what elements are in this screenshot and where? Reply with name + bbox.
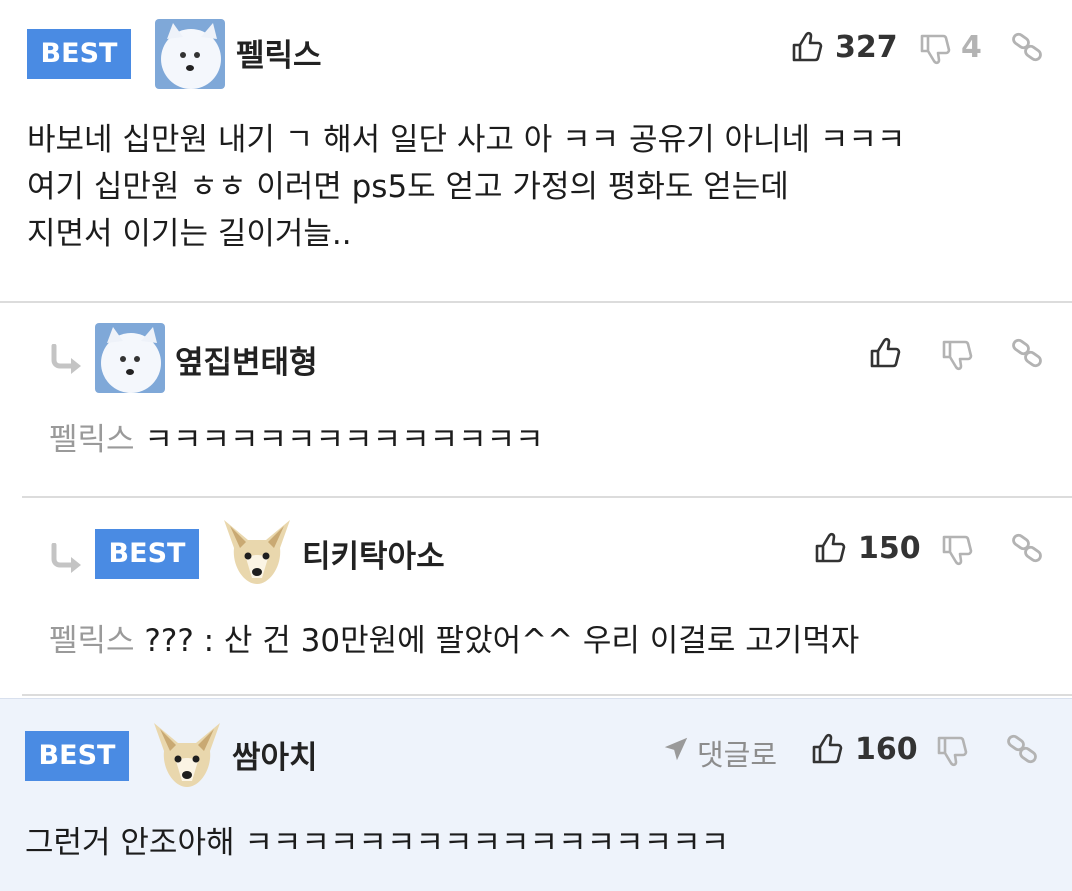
like-count: 327	[835, 30, 898, 65]
thumbs-up-icon[interactable]	[868, 336, 902, 370]
user-avatar[interactable]	[222, 518, 292, 588]
link-icon[interactable]	[1005, 732, 1039, 766]
nickname[interactable]: 옆집변태형	[175, 337, 318, 382]
user-avatar[interactable]	[95, 323, 165, 393]
reply-comment-1: 옆집변태형 펠릭스 ㅋㅋㅋㅋㅋㅋㅋㅋㅋㅋㅋㅋㅋㅋ	[22, 303, 1072, 498]
link-icon[interactable]	[1010, 336, 1044, 370]
comment-text: ??? : 산 건 30만원에 팔았어^^ 우리 이걸로 고기먹자	[144, 623, 860, 659]
mention-tag[interactable]: 펠릭스	[49, 422, 135, 458]
comment-1: BEST 펠릭스 327 4 바보네 십만원 내기 ㄱ 해서 일단 사고 아 ㅋ…	[0, 0, 1072, 303]
thumbs-up-icon[interactable]	[790, 30, 824, 64]
thumbs-down-icon[interactable]	[918, 32, 952, 66]
dislike-count: 4	[961, 30, 982, 65]
link-icon[interactable]	[1010, 531, 1044, 565]
best-badge: BEST	[25, 731, 129, 781]
thumbs-down-icon[interactable]	[935, 734, 969, 768]
comment-body: 바보네 십만원 내기 ㄱ 해서 일단 사고 아 ㅋㅋ 공유기 아니네 ㅋㅋㅋ 여…	[27, 117, 905, 258]
user-avatar[interactable]	[152, 721, 222, 791]
comment-body: 펠릭스 ㅋㅋㅋㅋㅋㅋㅋㅋㅋㅋㅋㅋㅋㅋ	[49, 417, 544, 464]
comment-2: BEST 쌈아치 댓글로 160 그런거 안조아해 ㅋㅋㅋㅋㅋㅋㅋㅋㅋㅋㅋㅋㅋㅋ…	[0, 698, 1072, 891]
thumbs-up-icon[interactable]	[810, 732, 844, 766]
comment-text: ㅋㅋㅋㅋㅋㅋㅋㅋㅋㅋㅋㅋㅋㅋ	[144, 422, 544, 458]
thumbs-down-icon[interactable]	[940, 533, 974, 567]
user-avatar[interactable]	[155, 19, 225, 89]
reply-to-comment-link[interactable]: 댓글로	[697, 732, 777, 774]
comment-line: 지면서 이기는 길이거늘..	[27, 216, 352, 252]
mention-tag[interactable]: 펠릭스	[49, 623, 135, 659]
like-count: 150	[858, 531, 921, 566]
reply-arrow-icon	[49, 344, 85, 376]
comment-body: 그런거 안조아해 ㅋㅋㅋㅋㅋㅋㅋㅋㅋㅋㅋㅋㅋㅋㅋㅋㅋ	[25, 820, 729, 867]
nickname[interactable]: 티키탁아소	[302, 531, 445, 576]
thumbs-down-icon[interactable]	[940, 338, 974, 372]
comment-line: 바보네 십만원 내기 ㄱ 해서 일단 사고 아 ㅋㅋ 공유기 아니네 ㅋㅋㅋ	[27, 122, 906, 158]
nickname[interactable]: 쌈아치	[232, 732, 318, 777]
like-count: 160	[855, 732, 918, 767]
link-icon[interactable]	[1010, 30, 1044, 64]
reply-comment-2: BEST 티키탁아소 150 펠릭스 ??? : 산 건 30만원에 팔았어^^…	[22, 498, 1072, 696]
reply-arrow-icon	[49, 543, 85, 575]
best-badge: BEST	[95, 529, 199, 579]
comment-body: 펠릭스 ??? : 산 건 30만원에 팔았어^^ 우리 이걸로 고기먹자	[49, 618, 859, 665]
thumbs-up-icon[interactable]	[813, 531, 847, 565]
best-badge: BEST	[27, 29, 131, 79]
nickname[interactable]: 펠릭스	[236, 30, 322, 75]
send-arrow-icon	[662, 735, 690, 763]
comment-line: 여기 십만원 ㅎㅎ 이러면 ps5도 얻고 가정의 평화도 얻는데	[27, 169, 789, 205]
comment-text: 그런거 안조아해 ㅋㅋㅋㅋㅋㅋㅋㅋㅋㅋㅋㅋㅋㅋㅋㅋㅋ	[25, 825, 730, 861]
